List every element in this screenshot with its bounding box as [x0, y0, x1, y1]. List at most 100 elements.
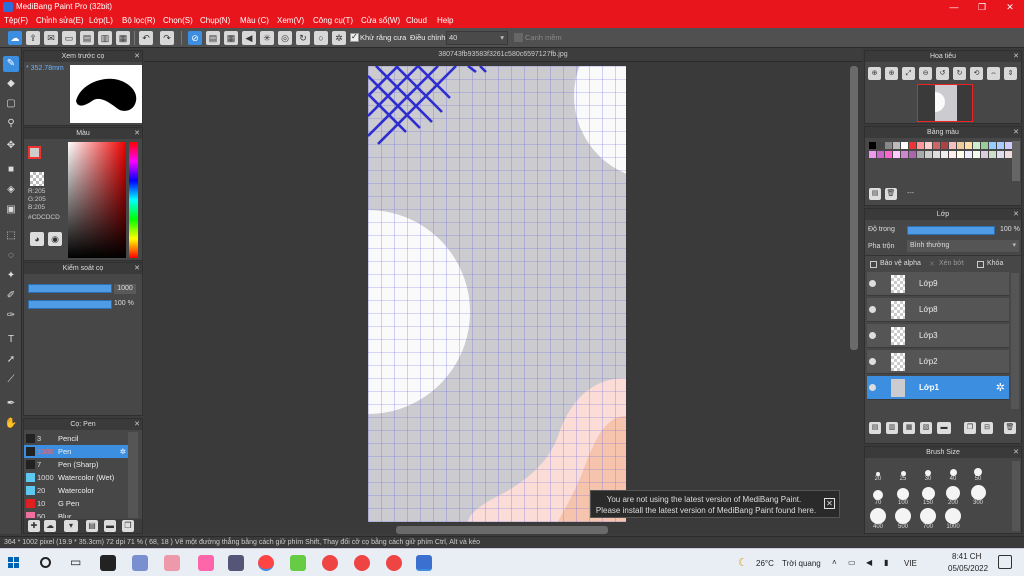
- rotate-right-icon[interactable]: ↻: [953, 67, 966, 80]
- brush-item[interactable]: 20 Watercolor: [24, 484, 128, 497]
- visibility-eye-icon[interactable]: [869, 384, 876, 391]
- palette-swatch[interactable]: [909, 142, 916, 149]
- brush-size-preset[interactable]: 50: [966, 462, 990, 484]
- brush-size-preset[interactable]: 100: [891, 486, 915, 508]
- panel-close-icon[interactable]: ✕: [1013, 51, 1019, 62]
- blend-mode-dropdown[interactable]: Bình thường ▾: [907, 240, 1019, 252]
- panel-close-icon[interactable]: ✕: [1013, 209, 1019, 220]
- brush-item[interactable]: 10 G Pen: [24, 497, 128, 510]
- chrome-profile-icon[interactable]: [322, 555, 338, 571]
- brush-size-preset[interactable]: 150: [916, 486, 940, 508]
- layer-list-scrollbar[interactable]: [1011, 273, 1019, 409]
- panel-close-icon[interactable]: ✕: [134, 128, 140, 139]
- saturation-value-picker[interactable]: [68, 142, 126, 258]
- eyedropper-icon[interactable]: ✒: [3, 396, 19, 412]
- redo-icon[interactable]: ↷: [160, 31, 174, 45]
- palette-swatch[interactable]: [941, 151, 948, 158]
- brush-size-slider[interactable]: [28, 284, 112, 293]
- flip-icon[interactable]: ⇔: [987, 67, 1000, 80]
- menu-view[interactable]: Xem(V): [277, 16, 304, 25]
- brush-size-preset[interactable]: 1000: [941, 508, 965, 532]
- clipping-icon[interactable]: ✕: [929, 260, 935, 268]
- panel-close-icon[interactable]: ✕: [134, 419, 140, 430]
- palette-swatch[interactable]: [981, 142, 988, 149]
- visibility-eye-icon[interactable]: [869, 332, 876, 339]
- weather-temp[interactable]: 26°C: [756, 559, 774, 568]
- palette-swatch[interactable]: [949, 151, 956, 158]
- app-icon-1[interactable]: [132, 555, 148, 571]
- duplicate-layer-icon[interactable]: ❐: [964, 422, 976, 434]
- brush-copy-icon[interactable]: ❐: [122, 520, 134, 532]
- palette-swatch[interactable]: [877, 151, 884, 158]
- triangle-icon[interactable]: ◀: [242, 31, 256, 45]
- notification-icon[interactable]: [998, 555, 1012, 569]
- palette-swatch[interactable]: [901, 142, 908, 149]
- palette-swatch[interactable]: [893, 151, 900, 158]
- palette-swatch[interactable]: [877, 142, 884, 149]
- layer-folder-icon[interactable]: ▬: [937, 422, 951, 434]
- menu-edit[interactable]: Chỉnh sửa(E): [36, 16, 84, 25]
- chrome-profile-icon-2[interactable]: [354, 555, 370, 571]
- palette-swatch[interactable]: [941, 142, 948, 149]
- new-layer-icon[interactable]: ▤: [869, 422, 881, 434]
- palette-swatch[interactable]: [989, 151, 996, 158]
- lasso-icon[interactable]: ⚲: [3, 116, 19, 132]
- visibility-eye-icon[interactable]: [869, 306, 876, 313]
- zoom-in-icon[interactable]: ⊕: [868, 67, 881, 80]
- page-icon[interactable]: ▤: [80, 31, 94, 45]
- menu-capture[interactable]: Chụp(N): [200, 16, 230, 25]
- brush-size-preset[interactable]: 400: [866, 508, 890, 532]
- update-notice[interactable]: You are not using the latest version of …: [590, 490, 840, 518]
- drawing-canvas[interactable]: [368, 66, 626, 522]
- palette-swatch[interactable]: [909, 151, 916, 158]
- canvas-horizontal-scrollbar[interactable]: [396, 526, 608, 534]
- panel-close-icon[interactable]: ✕: [1013, 127, 1019, 138]
- gear-icon[interactable]: ✲: [332, 31, 346, 45]
- weather-text[interactable]: Trời quang: [782, 559, 821, 568]
- panel-close-icon[interactable]: ✕: [134, 51, 140, 62]
- brush-list-scrollbar[interactable]: [128, 432, 138, 518]
- network-icon[interactable]: ▭: [848, 558, 856, 567]
- app-icon-2[interactable]: [164, 555, 180, 571]
- medibang-app-icon[interactable]: [416, 555, 432, 571]
- brush-size-preset[interactable]: 25: [891, 462, 915, 484]
- delete-palette-icon[interactable]: 🗑: [885, 188, 897, 200]
- adjust-dropdown[interactable]: 40: [446, 31, 508, 45]
- brush-size-preset[interactable]: 300: [966, 485, 990, 508]
- operation-tool-icon[interactable]: ➚: [3, 352, 19, 368]
- document-icon[interactable]: ▦: [116, 31, 130, 45]
- layer-row[interactable]: Lớp3: [867, 324, 1009, 348]
- brush-size-preset[interactable]: 40: [941, 462, 965, 484]
- language-indicator[interactable]: VIE: [904, 559, 917, 568]
- marquee-icon[interactable]: ⬚: [3, 228, 19, 244]
- palette-swatch[interactable]: [997, 142, 1004, 149]
- soft-edge-checkbox[interactable]: [514, 33, 523, 42]
- panel-close-icon[interactable]: ✕: [134, 263, 140, 274]
- zoom-out-icon[interactable]: ⊖: [919, 67, 932, 80]
- brush-settings-icon[interactable]: ✲: [120, 445, 126, 458]
- protect-alpha-checkbox[interactable]: [870, 261, 877, 268]
- brush-folder-icon[interactable]: ▬: [104, 520, 116, 532]
- divide-tool-icon[interactable]: ⟋: [3, 372, 19, 388]
- palette-swatch[interactable]: [933, 142, 940, 149]
- layer-settings-icon[interactable]: ✲: [996, 381, 1005, 394]
- palette-swatch[interactable]: [957, 151, 964, 158]
- menu-tools[interactable]: Công cụ(T): [313, 16, 353, 25]
- navigator-preview[interactable]: [917, 84, 973, 122]
- fit-icon[interactable]: ⤢: [902, 67, 915, 80]
- palette-swatch[interactable]: [869, 151, 876, 158]
- minimize-button[interactable]: —: [940, 0, 968, 14]
- battery-icon[interactable]: ▮: [884, 558, 888, 567]
- palette-swatch[interactable]: [989, 142, 996, 149]
- menu-layer[interactable]: Lớp(L): [89, 16, 113, 25]
- move-tool-icon[interactable]: ✥: [3, 138, 19, 154]
- cloud-brush-icon[interactable]: ☁: [44, 520, 56, 532]
- chat-icon[interactable]: ✉: [44, 31, 58, 45]
- menu-file[interactable]: Tệp(F): [4, 16, 28, 25]
- app-icon-3[interactable]: [198, 555, 214, 571]
- palette-swatch[interactable]: [917, 142, 924, 149]
- menu-filter[interactable]: Bộ lọc(R): [122, 16, 155, 25]
- menu-help[interactable]: Help: [437, 16, 453, 25]
- comment-icon[interactable]: ▭: [62, 31, 76, 45]
- task-view-icon[interactable]: ▭: [70, 555, 81, 569]
